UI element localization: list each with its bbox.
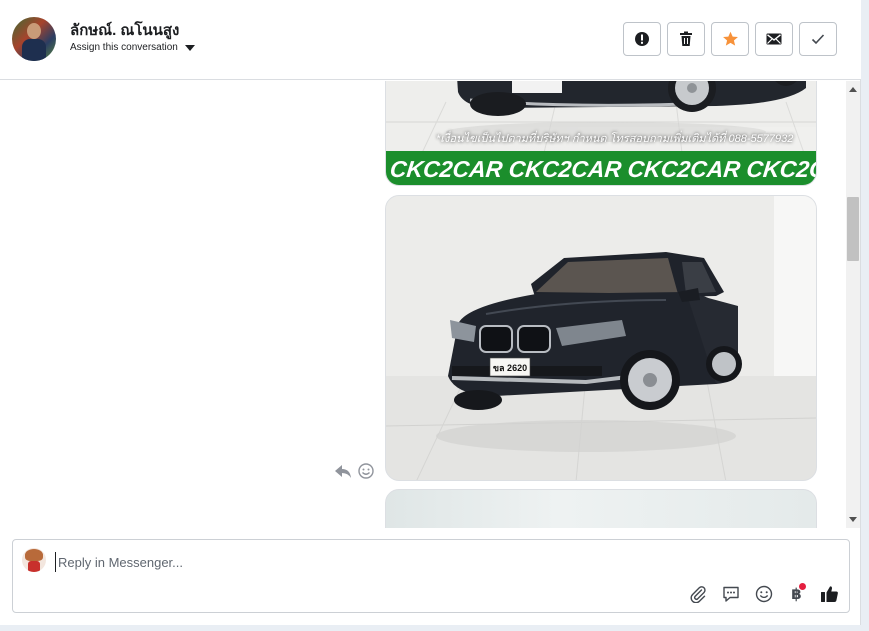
my-avatar xyxy=(22,548,46,572)
banner-text: CKC2CAR CKC2CAR CKC2CAR CKC2CAR CKC2 xyxy=(388,156,817,182)
brand-banner: CKC2CAR CKC2CAR CKC2CAR CKC2CAR CKC2 xyxy=(386,151,816,185)
payment-icon[interactable]: ฿ xyxy=(785,582,808,605)
contact-name[interactable]: ลักษณ์. ณโนนสูง xyxy=(70,18,179,42)
delete-button[interactable] xyxy=(667,22,705,56)
conversation-panel: ลักษณ์. ณโนนสูง Assign this conversation xyxy=(0,0,861,625)
conversation-actions xyxy=(623,22,837,56)
assign-label: Assign this conversation xyxy=(70,42,178,53)
saved-replies-icon[interactable] xyxy=(719,582,742,605)
notification-dot xyxy=(799,583,806,590)
react-emoji-icon[interactable] xyxy=(358,463,374,484)
caret-down-icon xyxy=(184,44,195,51)
conversation-header: ลักษณ์. ณโนนสูง Assign this conversation xyxy=(0,0,861,80)
reply-icon[interactable] xyxy=(334,463,352,484)
thread-scrollbar[interactable] xyxy=(846,81,860,528)
reply-input[interactable] xyxy=(55,552,815,572)
message-photo[interactable]: ขล 2620 xyxy=(385,195,817,481)
like-icon[interactable] xyxy=(818,582,841,605)
message-photo[interactable]: *เงื่อนไขเป็นไปตามที่บริษัทฯ กำหนด โทรสอ… xyxy=(385,81,817,186)
message-thread[interactable]: *เงื่อนไขเป็นไปตามที่บริษัทฯ กำหนด โทรสอ… xyxy=(0,81,846,528)
star-icon xyxy=(722,31,738,46)
composer-tools: ฿ xyxy=(686,582,841,605)
mark-done-button[interactable] xyxy=(799,22,837,56)
scroll-thumb[interactable] xyxy=(847,197,859,261)
envelope-icon xyxy=(766,33,782,45)
emoji-icon[interactable] xyxy=(752,582,775,605)
license-plate-text: ขล 2620 xyxy=(492,363,528,373)
alert-icon xyxy=(635,32,649,46)
message-photo[interactable] xyxy=(385,489,817,528)
reply-composer: ฿ xyxy=(12,539,850,613)
message-tools xyxy=(334,463,374,484)
contact-avatar[interactable] xyxy=(12,17,56,61)
star-button[interactable] xyxy=(711,22,749,56)
mark-unread-button[interactable] xyxy=(755,22,793,56)
attachment-icon[interactable] xyxy=(686,582,709,605)
scroll-up-arrow-icon[interactable] xyxy=(849,87,857,92)
scroll-down-arrow-icon[interactable] xyxy=(849,517,857,522)
car-photo-image xyxy=(386,196,816,480)
photo-note-text: *เงื่อนไขเป็นไปตามที่บริษัทฯ กำหนด โทรสอ… xyxy=(436,133,794,145)
check-icon xyxy=(811,34,825,45)
assign-conversation-dropdown[interactable]: Assign this conversation xyxy=(70,42,195,53)
mark-spam-button[interactable] xyxy=(623,22,661,56)
trash-icon xyxy=(680,31,692,46)
